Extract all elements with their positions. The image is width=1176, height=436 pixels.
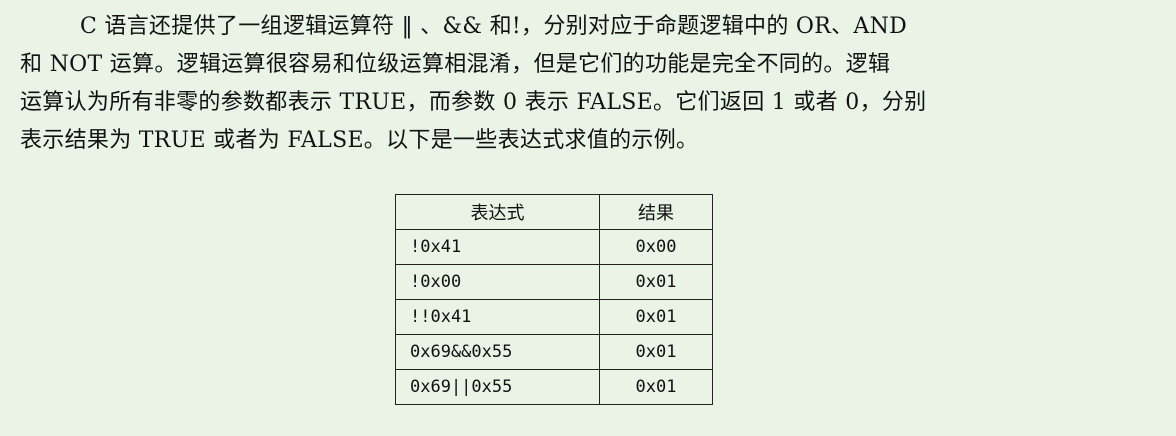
expression-table: 表达式 结果 !0x41 0x00 !0x00 0x01 !!0x41 0x01… — [395, 194, 713, 405]
result-cell: 0x01 — [599, 334, 713, 370]
result-cell: 0x01 — [599, 264, 713, 300]
result-cell: 0x01 — [599, 299, 713, 335]
table-row: !0x00 0x01 — [395, 264, 713, 300]
header-expression: 表达式 — [395, 194, 600, 230]
expression-cell: !0x00 — [395, 264, 600, 300]
result-cell: 0x00 — [599, 229, 713, 265]
table-header-row: 表达式 结果 — [395, 194, 713, 230]
body-paragraph: C 语言还提供了一组逻辑运算符 ‖ 、&& 和!，分别对应于命题逻辑中的 OR、… — [20, 8, 1150, 160]
paragraph-line: 表示结果为 TRUE 或者为 FALSE。以下是一些表达式求值的示例。 — [20, 128, 699, 153]
expression-cell: 0x69||0x55 — [395, 369, 600, 405]
expression-cell: !0x41 — [395, 229, 600, 265]
table-row: 0x69||0x55 0x01 — [395, 369, 713, 405]
expression-cell: 0x69&&0x55 — [395, 334, 600, 370]
table-row: !0x41 0x00 — [395, 229, 713, 265]
result-cell: 0x01 — [599, 369, 713, 405]
paragraph-line: 运算认为所有非零的参数都表示 TRUE，而参数 0 表示 FALSE。它们返回 … — [20, 90, 927, 115]
header-result: 结果 — [599, 194, 713, 230]
table-row: !!0x41 0x01 — [395, 299, 713, 335]
expression-cell: !!0x41 — [395, 299, 600, 335]
table-row: 0x69&&0x55 0x01 — [395, 334, 713, 370]
paragraph-line: 和 NOT 运算。逻辑运算很容易和位级运算相混淆，但是它们的功能是完全不同的。逻… — [20, 52, 891, 77]
paragraph-line: C 语言还提供了一组逻辑运算符 ‖ 、&& 和!，分别对应于命题逻辑中的 OR、… — [80, 14, 908, 39]
